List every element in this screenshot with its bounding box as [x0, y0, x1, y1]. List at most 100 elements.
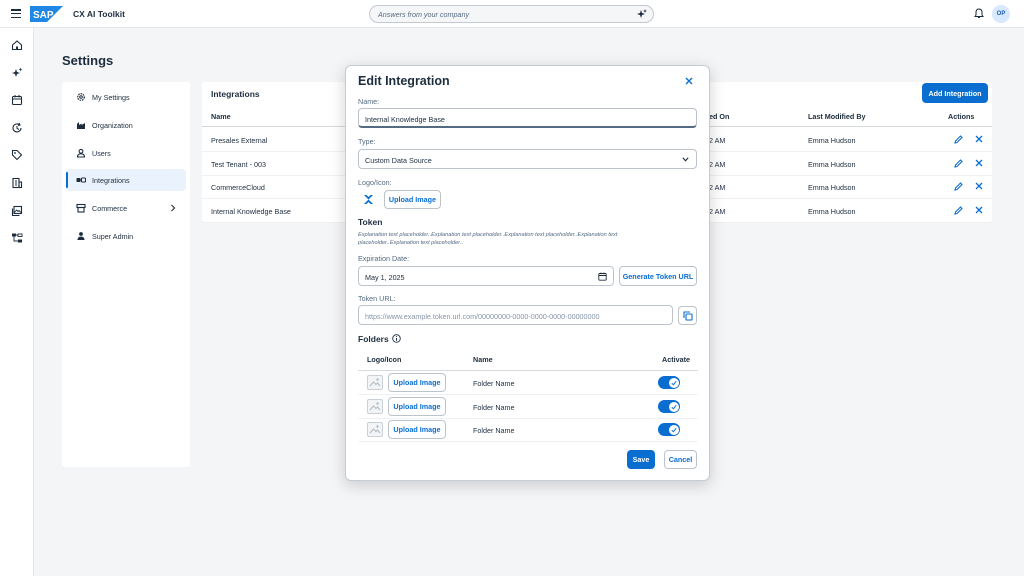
row-modified-on: 2 AM — [709, 207, 726, 216]
image-placeholder-icon — [367, 399, 383, 414]
edit-icon[interactable] — [954, 159, 963, 168]
column-header-name[interactable]: Name — [211, 112, 231, 121]
side-navigation — [0, 28, 34, 576]
logo-label: Logo/Icon: — [358, 178, 392, 187]
add-integration-button[interactable]: Add Integration — [922, 83, 988, 103]
menu-item-label: Integrations — [92, 176, 130, 185]
row-name: CommerceCloud — [211, 183, 265, 192]
calendar-icon[interactable] — [598, 272, 607, 281]
type-label: Type: — [358, 137, 376, 146]
edit-icon[interactable] — [954, 135, 963, 144]
image-placeholder-icon — [367, 375, 383, 390]
copy-icon — [683, 311, 693, 321]
upload-folder-image-button[interactable]: Upload Image — [388, 397, 446, 416]
logo-text: SAP — [33, 10, 54, 21]
menu-icon[interactable] — [11, 9, 21, 19]
column-header-actions: Actions — [948, 112, 975, 121]
org-chart-icon[interactable] — [11, 232, 23, 244]
ai-sparkle-icon[interactable] — [11, 67, 23, 79]
delete-icon[interactable] — [975, 135, 983, 143]
menu-item-super-admin[interactable]: Super Admin — [66, 225, 186, 247]
avatar[interactable]: OP — [992, 5, 1010, 23]
folders-heading: Folders — [358, 334, 389, 344]
cancel-button[interactable]: Cancel — [664, 450, 697, 469]
folder-name: Folder Name — [473, 426, 515, 435]
table-title: Integrations — [211, 89, 260, 99]
delete-icon[interactable] — [975, 159, 983, 167]
home-icon[interactable] — [11, 39, 23, 51]
delete-icon[interactable] — [975, 182, 983, 190]
search-input[interactable] — [378, 9, 628, 20]
upload-folder-image-button[interactable]: Upload Image — [388, 420, 446, 439]
row-modified-by: Emma Hudson — [808, 207, 856, 216]
menu-item-users[interactable]: Users — [66, 142, 186, 164]
user-icon — [76, 148, 86, 158]
ai-sparkle-icon[interactable] — [637, 9, 647, 19]
folder-name: Folder Name — [473, 379, 515, 388]
chevron-right-icon[interactable] — [170, 204, 176, 212]
menu-item-my-settings[interactable]: My Settings — [66, 86, 186, 108]
image-gallery-icon[interactable] — [11, 205, 23, 217]
sap-logo: SAP — [30, 6, 63, 22]
folders-column-activate: Activate — [662, 355, 690, 364]
activate-toggle[interactable] — [658, 423, 680, 436]
activate-toggle[interactable] — [658, 400, 680, 413]
close-icon[interactable] — [685, 77, 693, 85]
menu-item-label: Users — [92, 149, 111, 158]
expiration-label: Expiration Date: — [358, 254, 410, 263]
menu-item-commerce[interactable]: Commerce — [66, 197, 186, 219]
menu-item-organization[interactable]: Organization — [66, 114, 186, 136]
shell-bar: SAP CX AI Toolkit OP — [0, 0, 1024, 28]
building-icon[interactable] — [11, 177, 23, 189]
generate-token-url-button[interactable]: Generate Token URL — [619, 266, 697, 286]
delete-icon[interactable] — [975, 206, 983, 214]
upload-folder-image-button[interactable]: Upload Image — [388, 373, 446, 392]
row-modified-by: Emma Hudson — [808, 183, 856, 192]
token-url-field[interactable]: https://www.example.token.url.com/000000… — [358, 305, 673, 325]
menu-item-label: Commerce — [92, 204, 128, 213]
admin-user-icon — [77, 232, 85, 240]
menu-item-label: Super Admin — [92, 232, 134, 241]
row-modified-on: 2 AM — [709, 160, 726, 169]
calendar-icon[interactable] — [11, 94, 23, 106]
folder-row: Upload Image Folder Name — [358, 395, 698, 419]
integration-icon — [76, 177, 86, 183]
gear-icon — [77, 93, 85, 101]
commerce-icon — [76, 203, 86, 213]
bell-icon[interactable] — [974, 8, 984, 19]
upload-logo-button[interactable]: Upload Image — [384, 190, 441, 209]
token-url-label: Token URL: — [358, 294, 396, 303]
page-title: Settings — [62, 53, 114, 68]
token-url-placeholder: https://www.example.token.url.com/000000… — [365, 312, 600, 321]
name-value: Internal Knowledge Base — [365, 115, 445, 124]
expiration-date-picker[interactable]: May 1, 2025 — [358, 266, 614, 286]
search-bar[interactable] — [369, 5, 654, 23]
column-header-modified-on[interactable]: ed On — [709, 112, 729, 121]
copy-button[interactable] — [678, 306, 697, 325]
row-modified-by: Emma Hudson — [808, 160, 856, 169]
edit-icon[interactable] — [954, 182, 963, 191]
edit-integration-dialog: Edit Integration Name: Internal Knowledg… — [345, 65, 710, 481]
menu-item-integrations[interactable]: Integrations — [66, 169, 186, 191]
type-select[interactable]: Custom Data Source — [358, 149, 697, 169]
row-name: Internal Knowledge Base — [211, 207, 291, 216]
folder-row: Upload Image Folder Name — [358, 418, 698, 442]
chevron-down-icon[interactable] — [682, 157, 689, 162]
tag-icon[interactable] — [11, 149, 23, 161]
edit-icon[interactable] — [954, 206, 963, 215]
factory-icon — [77, 122, 85, 129]
refresh-icon[interactable] — [11, 122, 23, 134]
folder-row: Upload Image Folder Name — [358, 371, 698, 395]
save-button[interactable]: Save — [627, 450, 655, 469]
token-explanation: Explanation text placeholder..Explanatio… — [358, 232, 618, 246]
column-header-modified-by[interactable]: Last Modified By — [808, 112, 866, 121]
folders-column-logo: Logo/Icon — [367, 355, 402, 364]
info-icon[interactable] — [392, 334, 401, 343]
app-title: CX AI Toolkit — [73, 9, 125, 19]
type-value: Custom Data Source — [365, 156, 432, 165]
row-name: Test Tenant - 003 — [211, 160, 267, 169]
name-field[interactable]: Internal Knowledge Base — [358, 108, 697, 128]
dialog-title: Edit Integration — [358, 74, 450, 88]
folder-name: Folder Name — [473, 403, 515, 412]
activate-toggle[interactable] — [658, 376, 680, 389]
